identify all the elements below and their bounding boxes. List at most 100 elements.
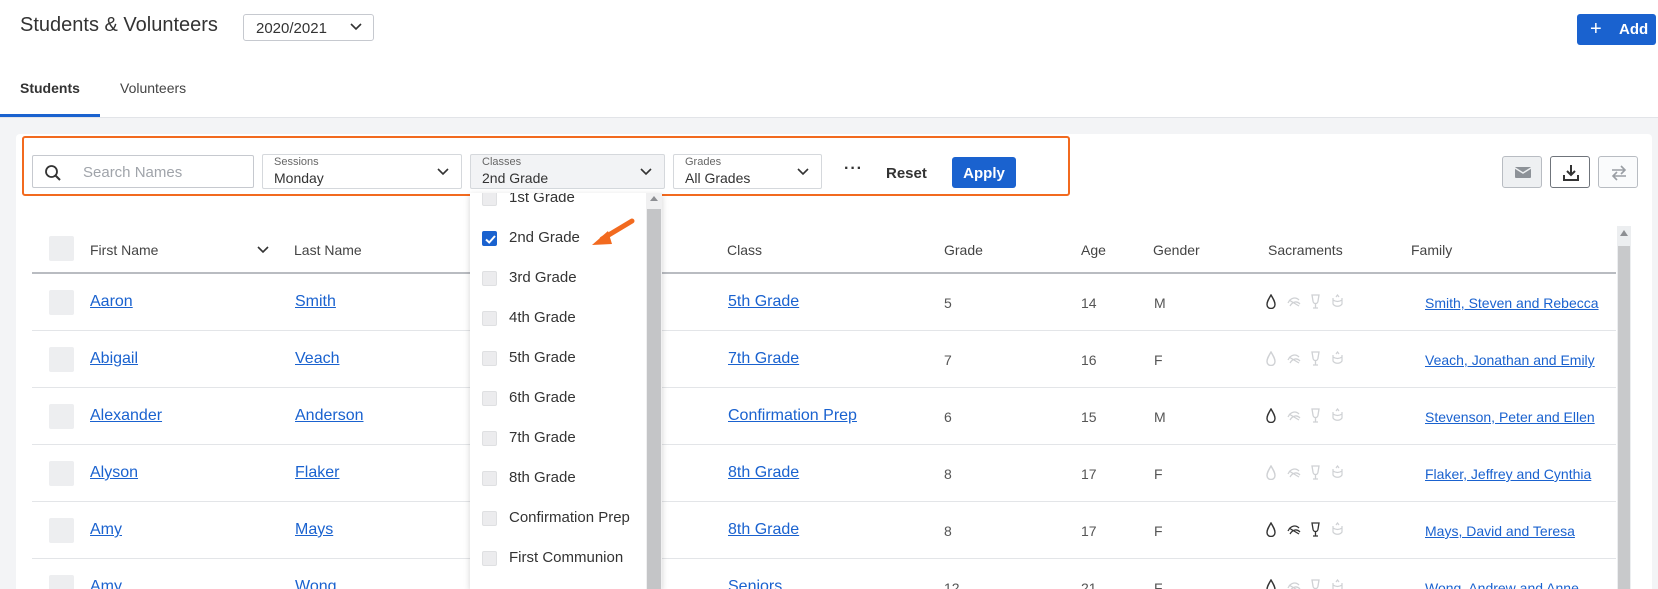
sacraments-cell	[1265, 408, 1355, 426]
reconciliation-icon	[1287, 468, 1301, 478]
gender-cell: F	[1154, 466, 1163, 482]
class-option-label: 5th Grade	[509, 349, 576, 366]
family-link[interactable]: Flaker, Jeffrey and Cynthia	[1425, 466, 1591, 482]
row-checkbox[interactable]	[49, 290, 74, 315]
communion-icon	[1311, 408, 1320, 423]
last-name-link[interactable]: Wong	[295, 578, 337, 589]
baptism-icon	[1266, 294, 1276, 309]
column-header-age[interactable]: Age	[1081, 242, 1106, 258]
family-link[interactable]: Smith, Steven and Rebecca	[1425, 295, 1599, 311]
class-link[interactable]: Confirmation Prep	[728, 407, 857, 425]
age-cell: 15	[1081, 409, 1097, 425]
add-button[interactable]: + Add	[1577, 14, 1656, 45]
table-scrollbar[interactable]	[1617, 226, 1631, 589]
class-option-checkbox[interactable]	[482, 431, 497, 446]
age-cell: 17	[1081, 523, 1097, 539]
class-option[interactable]: 5th Grade	[470, 340, 646, 378]
class-option-checkbox[interactable]	[482, 231, 497, 246]
row-checkbox[interactable]	[49, 518, 74, 543]
class-option-checkbox[interactable]	[482, 551, 497, 566]
baptism-icon	[1266, 522, 1276, 537]
row-checkbox[interactable]	[49, 461, 74, 486]
year-select[interactable]: 2020/2021	[243, 14, 374, 41]
class-option[interactable]: 6th Grade	[470, 380, 646, 418]
family-link[interactable]: Veach, Jonathan and Emily	[1425, 352, 1595, 368]
column-header-family[interactable]: Family	[1411, 242, 1452, 258]
last-name-link[interactable]: Flaker	[295, 464, 339, 482]
tab-volunteers[interactable]: Volunteers	[120, 80, 186, 96]
students-panel	[16, 134, 1652, 589]
class-option-checkbox[interactable]	[482, 351, 497, 366]
communion-icon	[1311, 522, 1320, 537]
first-name-link[interactable]: Abigail	[90, 350, 138, 368]
last-name-link[interactable]: Veach	[295, 350, 339, 368]
communion-icon	[1311, 579, 1320, 589]
sacraments-cell	[1265, 522, 1355, 540]
class-option-checkbox[interactable]	[482, 511, 497, 526]
class-option[interactable]: 8th Grade	[470, 460, 646, 498]
grade-cell: 12	[944, 580, 960, 589]
column-header-gender[interactable]: Gender	[1153, 242, 1200, 258]
reconciliation-icon	[1287, 582, 1301, 589]
class-option[interactable]: Confirmation Prep	[470, 500, 646, 538]
page-title: Students & Volunteers	[20, 14, 218, 36]
first-name-link[interactable]: Alyson	[90, 464, 138, 482]
first-name-link[interactable]: Aaron	[90, 293, 133, 311]
last-name-link[interactable]: Anderson	[295, 407, 364, 425]
confirmation-icon	[1332, 351, 1343, 364]
grade-cell: 8	[944, 466, 952, 482]
column-header-grade[interactable]: Grade	[944, 242, 983, 258]
email-button[interactable]	[1502, 156, 1542, 188]
select-all-checkbox[interactable]	[49, 236, 74, 261]
first-name-link[interactable]: Amy	[90, 521, 122, 539]
scroll-up-arrow-icon[interactable]	[650, 196, 658, 201]
dropdown-scrollbar-thumb[interactable]	[647, 209, 661, 589]
row-divider	[32, 558, 1616, 559]
class-link[interactable]: 5th Grade	[728, 293, 799, 311]
class-option[interactable]: First Communion	[470, 540, 646, 578]
class-option-label: 8th Grade	[509, 469, 576, 486]
column-header-class[interactable]: Class	[727, 242, 762, 258]
column-header-last-name[interactable]: Last Name	[294, 242, 362, 258]
download-icon	[1563, 165, 1579, 181]
reconciliation-icon	[1287, 297, 1301, 307]
class-option[interactable]: 4th Grade	[470, 300, 646, 338]
class-option-checkbox[interactable]	[482, 391, 497, 406]
column-header-sacraments[interactable]: Sacraments	[1268, 242, 1343, 258]
class-option[interactable]: 1st Grade	[470, 193, 646, 218]
sacraments-cell	[1265, 294, 1355, 312]
age-cell: 21	[1081, 580, 1097, 589]
class-option-checkbox[interactable]	[482, 471, 497, 486]
first-name-link[interactable]: Alexander	[90, 407, 162, 425]
last-name-link[interactable]: Smith	[295, 293, 336, 311]
tab-students[interactable]: Students	[20, 80, 80, 96]
family-link[interactable]: Mays, David and Teresa	[1425, 523, 1575, 539]
gender-cell: M	[1154, 409, 1166, 425]
year-select-value: 2020/2021	[256, 20, 327, 37]
class-option-label: First Communion	[509, 549, 624, 566]
row-checkbox[interactable]	[49, 404, 74, 429]
family-link[interactable]: Wong, Andrew and Anne	[1425, 580, 1579, 589]
table-scrollbar-thumb[interactable]	[1618, 246, 1630, 589]
family-link[interactable]: Stevenson, Peter and Ellen	[1425, 409, 1595, 425]
sacraments-cell	[1265, 579, 1355, 589]
class-link[interactable]: Seniors	[728, 578, 782, 589]
class-link[interactable]: 8th Grade	[728, 521, 799, 539]
dropdown-scrollbar[interactable]	[646, 193, 662, 589]
class-link[interactable]: 7th Grade	[728, 350, 799, 368]
class-option-checkbox[interactable]	[482, 193, 497, 206]
last-name-link[interactable]: Mays	[295, 521, 333, 539]
chevron-down-icon[interactable]	[257, 246, 269, 254]
column-header-first-name[interactable]: First Name	[90, 242, 158, 258]
class-option-checkbox[interactable]	[482, 271, 497, 286]
class-link[interactable]: 8th Grade	[728, 464, 799, 482]
class-option-checkbox[interactable]	[482, 311, 497, 326]
row-checkbox[interactable]	[49, 575, 74, 589]
row-checkbox[interactable]	[49, 347, 74, 372]
download-button[interactable]	[1550, 156, 1590, 188]
first-name-link[interactable]: Amy	[90, 578, 122, 589]
transfer-button[interactable]	[1598, 156, 1638, 188]
class-option[interactable]: 3rd Grade	[470, 260, 646, 298]
class-option[interactable]: 7th Grade	[470, 420, 646, 458]
scroll-up-arrow-icon[interactable]	[1620, 230, 1628, 236]
